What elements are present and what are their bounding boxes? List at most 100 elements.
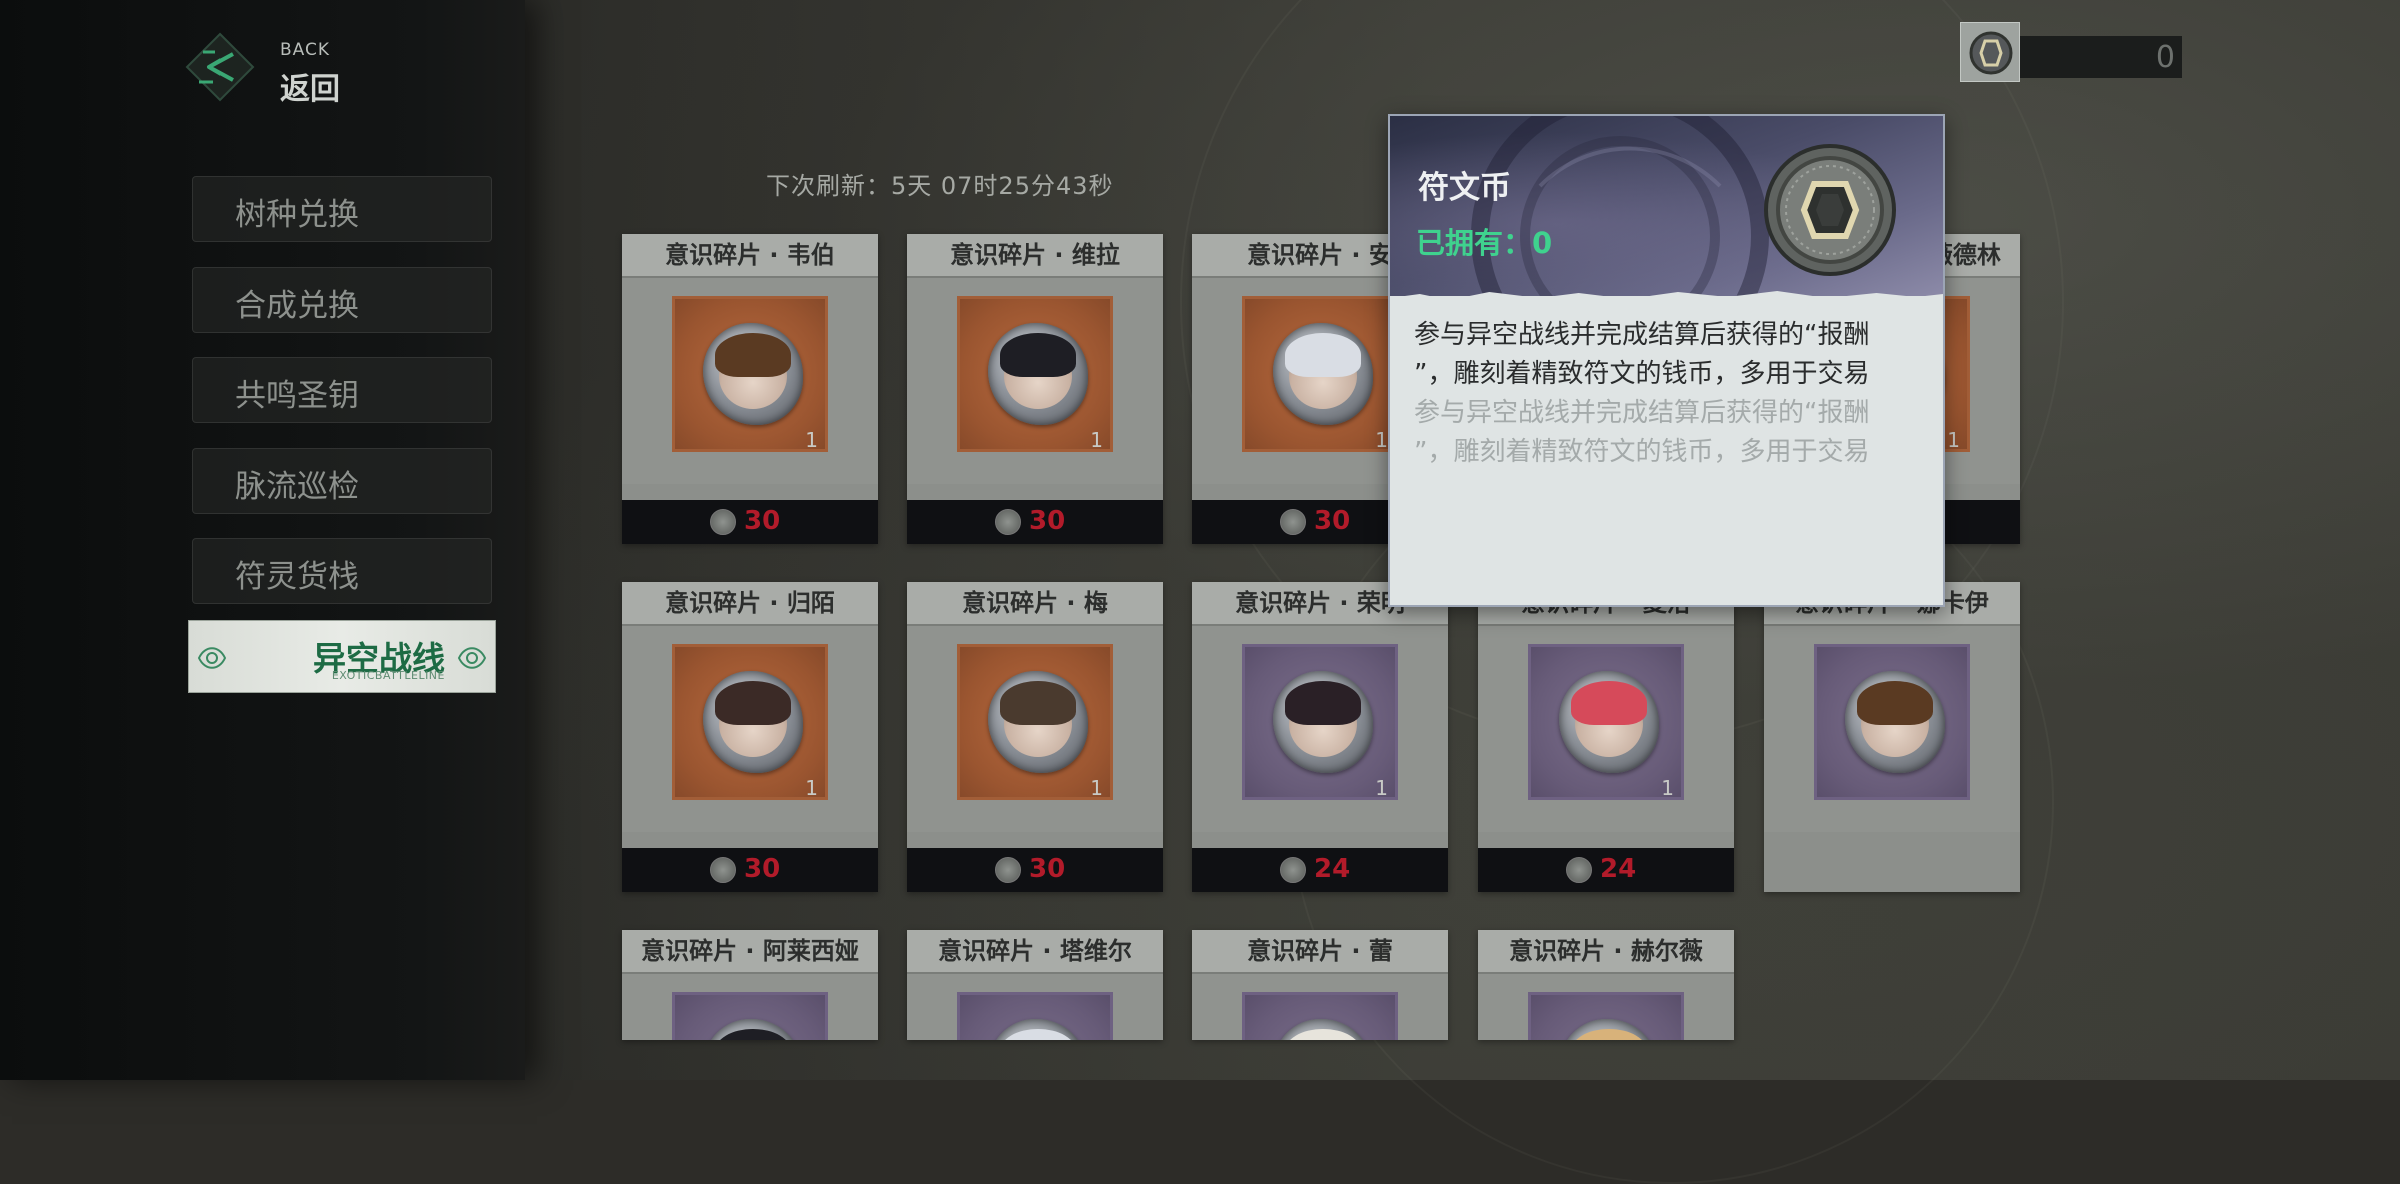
shop-item-body: 1本周剩余：10/10 — [622, 278, 878, 528]
tooltip-header: 符文币 已拥有：0 — [1390, 116, 1943, 296]
rune-coin-icon — [710, 509, 736, 535]
price-value: 30 — [1314, 506, 1351, 536]
price-value: 24 — [1600, 854, 1637, 884]
item-quantity: 1 — [1090, 428, 1103, 452]
item-quantity: 1 — [805, 776, 818, 800]
sidebar-item-label: 树种兑换 — [235, 197, 359, 233]
sidebar-item-label: 共鸣圣钥 — [235, 378, 359, 414]
price-value: 30 — [1029, 506, 1066, 536]
character-portrait-frame — [1242, 992, 1398, 1040]
character-hair — [1857, 681, 1933, 725]
shop-item-title: 意识碎片 · 梅 — [907, 582, 1163, 626]
shop-item-card[interactable]: 意识碎片 · 娜卡伊 — [1764, 582, 2020, 892]
shop-item-body — [1192, 974, 1448, 1040]
rune-coin-icon — [1566, 857, 1592, 883]
shop-item-body: 1本周剩余：24/24 — [907, 626, 1163, 876]
shop-item-title: 意识碎片 · 塔维尔 — [907, 930, 1163, 974]
price-bar: 24 — [1478, 848, 1734, 892]
back-button[interactable]: BACK 返回 — [185, 28, 365, 108]
shop-item-body — [1478, 974, 1734, 1040]
shop-item-title: 意识碎片 · 韦伯 — [622, 234, 878, 278]
item-quantity: 1 — [1090, 776, 1103, 800]
sidebar-item-vein-patrol[interactable]: 脉流巡检 — [192, 448, 492, 514]
item-quantity: 1 — [1375, 428, 1388, 452]
shop-item-card[interactable]: 意识碎片 · 夏洛1本周剩余：12/1224 — [1478, 582, 1734, 892]
item-quantity: 1 — [805, 428, 818, 452]
sidebar-item-synthesis-exchange[interactable]: 合成兑换 — [192, 267, 492, 333]
sidebar-item-sublabel: EXOTICBATTLELINE — [331, 669, 445, 682]
character-hair — [1285, 333, 1361, 377]
shop-item-card[interactable]: 意识碎片 · 维拉1本周剩余：24/2430 — [907, 234, 1163, 544]
tooltip-owned-count: 已拥有：0 — [1416, 226, 1553, 260]
sidebar-item-spirit-store[interactable]: 符灵货栈 — [192, 538, 492, 604]
price-bar: 30 — [622, 500, 878, 544]
shop-item-body — [907, 974, 1163, 1040]
sidebar-item-seed-exchange[interactable]: 树种兑换 — [192, 176, 492, 242]
celtic-knot-icon — [197, 647, 227, 669]
shop-item-body: 1本周剩余：24/24 — [622, 626, 878, 876]
sidebar-item-exotic-battleline[interactable]: 异空战线 EXOTICBATTLELINE — [188, 620, 496, 693]
shop-item-body — [622, 974, 878, 1040]
shop-item-card[interactable]: 意识碎片 · 归陌1本周剩余：24/2430 — [622, 582, 878, 892]
price-bar: 30 — [907, 500, 1163, 544]
shop-item-body: 1本周剩余：24/24 — [907, 278, 1163, 528]
price-bar: 30 — [907, 848, 1163, 892]
rune-coin-icon — [710, 857, 736, 883]
tooltip-description-line: ”，雕刻着精致符文的钱币，多用于交易 — [1414, 359, 1870, 389]
shop-item-title: 意识碎片 · 阿莱西娅 — [622, 930, 878, 974]
shop-item-card[interactable]: 意识碎片 · 蕾 — [1192, 930, 1448, 1040]
currency-value: 0 — [2155, 40, 2175, 75]
rune-coin-icon — [995, 509, 1021, 535]
rune-coin-icon — [1764, 144, 1896, 276]
tooltip-description-ghost-line: ”，雕刻着精致符文的钱币，多用于交易 — [1414, 437, 1870, 467]
item-quantity: 1 — [1947, 428, 1960, 452]
shop-item-card[interactable]: 意识碎片 · 阿莱西娅 — [622, 930, 878, 1040]
rune-coin-icon — [1969, 31, 2013, 75]
rune-coin-icon — [995, 857, 1021, 883]
tooltip-description-line: 参与异空战线并完成结算后获得的“报酬 — [1414, 320, 1870, 350]
shop-item-title: 意识碎片 · 赫尔薇 — [1478, 930, 1734, 974]
sidebar: BACK 返回 树种兑换 合成兑换 共鸣圣钥 脉流巡检 符灵货栈 异空战线 EX… — [0, 0, 525, 1080]
back-label: 返回 — [280, 72, 340, 107]
back-arrow-icon — [185, 32, 255, 102]
shop-item-body — [1764, 626, 2020, 832]
tooltip-description-ghost-line: 参与异空战线并完成结算后获得的“报酬 — [1414, 398, 1870, 428]
price-value: 30 — [744, 506, 781, 536]
character-hair — [1571, 681, 1647, 725]
shop-item-card[interactable]: 意识碎片 · 韦伯1本周剩余：10/1030 — [622, 234, 878, 544]
price-value: 24 — [1314, 854, 1351, 884]
character-portrait-frame — [1528, 992, 1684, 1040]
character-hair — [1000, 333, 1076, 377]
character-hair — [715, 681, 791, 725]
currency-display[interactable]: 0 — [1960, 22, 2223, 82]
character-hair — [1000, 681, 1076, 725]
item-quantity: 1 — [1375, 776, 1388, 800]
price-value: 30 — [744, 854, 781, 884]
shop-item-card[interactable]: 意识碎片 · 荣明1本周剩余：12/1224 — [1192, 582, 1448, 892]
celtic-knot-icon — [457, 647, 487, 669]
shop-item-card[interactable]: 意识碎片 · 赫尔薇 — [1478, 930, 1734, 1040]
price-value: 30 — [1029, 854, 1066, 884]
sidebar-item-resonance-key[interactable]: 共鸣圣钥 — [192, 357, 492, 423]
character-hair — [1285, 681, 1361, 725]
item-quantity: 1 — [1661, 776, 1674, 800]
rune-coin-icon — [1280, 857, 1306, 883]
character-portrait-frame — [1814, 644, 1970, 800]
item-tooltip: 符文币 已拥有：0 参与异空战线并完成结算后获得的“报酬 ”，雕刻着精致符文的钱… — [1388, 114, 1945, 607]
tooltip-title: 符文币 — [1418, 170, 1511, 206]
sidebar-item-label: 脉流巡检 — [235, 469, 359, 505]
character-hair — [715, 333, 791, 377]
shop-item-card[interactable]: 意识碎片 · 梅1本周剩余：24/2430 — [907, 582, 1163, 892]
sidebar-item-label: 合成兑换 — [235, 288, 359, 324]
back-small-label: BACK — [280, 40, 331, 60]
tooltip-body: 参与异空战线并完成结算后获得的“报酬 ”，雕刻着精致符文的钱币，多用于交易 参与… — [1414, 316, 1924, 472]
sidebar-item-label: 符灵货栈 — [235, 559, 359, 595]
shop-item-title: 意识碎片 · 蕾 — [1192, 930, 1448, 974]
shop-item-body: 1本周剩余：12/12 — [1478, 626, 1734, 876]
character-portrait-frame — [957, 992, 1113, 1040]
shop-item-card[interactable]: 意识碎片 · 塔维尔 — [907, 930, 1163, 1040]
rune-coin-icon — [1280, 509, 1306, 535]
rune-coin-icon-box — [1960, 22, 2020, 82]
price-bar: 30 — [622, 848, 878, 892]
torn-edge-decoration — [1404, 291, 1943, 296]
